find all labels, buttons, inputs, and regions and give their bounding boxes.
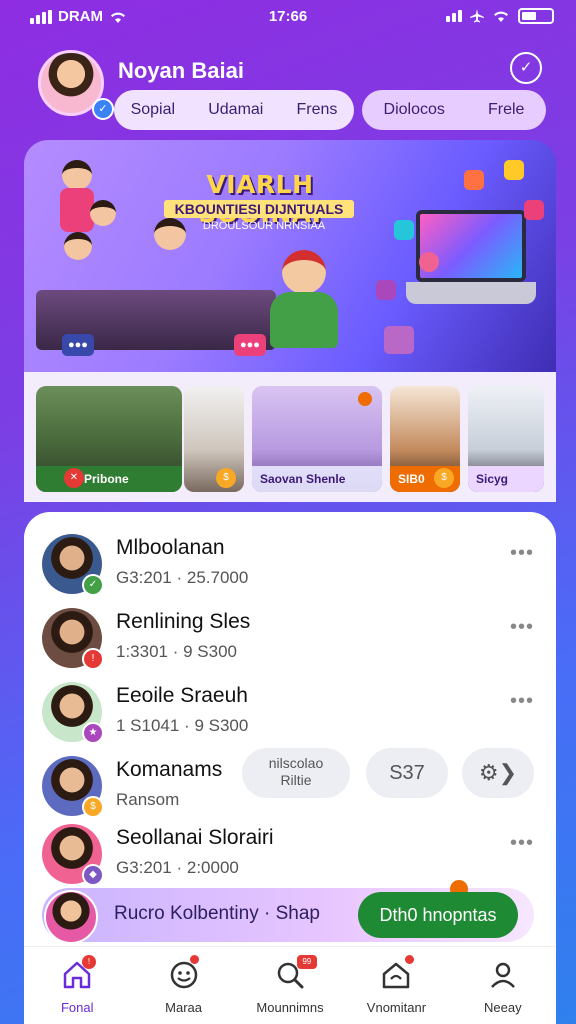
list-item-name: Komanams <box>116 758 223 781</box>
cta-avatar <box>44 890 98 944</box>
signal-icon-2 <box>446 10 462 22</box>
cartoon-figure <box>90 200 116 226</box>
profile-header: ✓ Noyan Baiai ✓ Sopial Udamai Frens Diol… <box>24 40 554 140</box>
tab-diolocos[interactable]: Diolocos <box>384 101 445 119</box>
list-item[interactable]: ✓ Mlboolanan G3:201 · 25.7000 ••• <box>24 526 556 598</box>
list-item-meta: G3:201 · 2:0000 <box>116 858 239 877</box>
nav-messages[interactable]: Maraa <box>130 947 236 1024</box>
notification-dot: 99 <box>296 955 317 969</box>
story-badge-icon: $ <box>216 468 236 488</box>
status-pill-line2: Riltie <box>280 772 312 788</box>
nav-home[interactable]: ! Fonal <box>24 947 130 1024</box>
nav-search[interactable]: 99 Mounnimns <box>237 947 343 1024</box>
bottom-nav: ! Fonal Maraa 99 Mounnimns Vnomitanr Nee… <box>24 946 556 1024</box>
story-caption: Sicyg <box>468 466 544 492</box>
forward-icon: ⚙❯ <box>478 760 518 785</box>
status-pill[interactable]: nilscolao Riltie <box>242 748 350 798</box>
list-item-name: Eeoile Sraeuh <box>116 684 248 707</box>
airplane-icon <box>470 9 484 23</box>
cta-bar[interactable]: Rucro Kolbentiny · Shap Dth0 hnopntas <box>42 880 534 944</box>
list-item[interactable]: $ Komanams Ransom nilscolao Riltie S37 ⚙… <box>24 748 556 820</box>
app-icon <box>394 220 414 240</box>
notification-dot: ! <box>82 955 96 969</box>
tab-udamai[interactable]: Udamai <box>208 101 263 119</box>
list-item-meta: Ransom <box>116 790 180 809</box>
list-item-name: Renlining Sles <box>116 610 251 633</box>
settings-button[interactable]: ✓ <box>510 52 542 84</box>
status-bar: DRAM 17:66 <box>0 0 576 34</box>
primary-tabs: Sopial Udamai Frens <box>114 90 354 130</box>
contacts-list: ✓ Mlboolanan G3:201 · 25.7000 ••• ! Renl… <box>24 512 556 952</box>
status-right <box>446 8 554 24</box>
story-card[interactable]: $ <box>184 386 244 492</box>
tab-frens[interactable]: Frens <box>297 101 338 119</box>
story-badge-icon <box>358 392 372 406</box>
chat-check-icon: ✓ <box>519 59 533 76</box>
check-icon: ✓ <box>82 574 104 596</box>
cartoon-figure <box>64 232 92 260</box>
cta-label: Rucro Kolbentiny · Shap <box>114 903 320 924</box>
story-card[interactable]: SIB0 $ <box>390 386 460 492</box>
heart-icon <box>419 252 439 272</box>
nav-community[interactable]: Vnomitanr <box>343 947 449 1024</box>
list-item-meta: G3:201 · 25.7000 <box>116 568 249 587</box>
battery-icon <box>518 8 554 24</box>
count-pill[interactable]: S37 <box>366 748 448 798</box>
wifi-icon-2 <box>494 11 508 22</box>
stories-row: Pribone ✕ $ Saovan Shenle SIB0 $ Sicyg <box>24 372 556 502</box>
nav-profile[interactable]: Neeay <box>450 947 556 1024</box>
secondary-tabs: Diolocos Frele <box>362 90 546 130</box>
story-card[interactable]: Saovan Shenle <box>252 386 382 492</box>
person-icon <box>490 962 515 988</box>
verified-check-icon: ✓ <box>92 98 114 120</box>
story-card[interactable]: Sicyg <box>468 386 544 492</box>
coin-icon: $ <box>82 796 104 818</box>
list-item-meta: 1 S1041 · 9 S300 <box>116 716 249 735</box>
list-item-name: Seollanai Slorairi <box>116 826 274 849</box>
list-item-meta: 1:3301 · 9 S300 <box>116 642 237 661</box>
list-item[interactable]: ★ Eeoile Sraeuh 1 S1041 · 9 S300 ••• <box>24 674 556 746</box>
more-icon[interactable]: ••• <box>510 690 534 713</box>
alert-icon: ! <box>82 648 104 670</box>
banner-tagline: DROULSOUR NRNSIAA <box>202 220 326 232</box>
cta-button[interactable]: Dth0 hnopntas <box>358 892 518 938</box>
status-pill-line1: nilscolao <box>268 755 324 771</box>
forward-button[interactable]: ⚙❯ <box>462 748 534 798</box>
banner-subtitle: KBOUNTIESI DIJNTUALS <box>164 200 354 218</box>
nav-label: Mounnimns <box>256 1000 324 1015</box>
nav-label: Fonal <box>60 1000 94 1015</box>
gem-icon: ◆ <box>82 864 104 886</box>
app-icon <box>504 160 524 180</box>
more-icon[interactable]: ••• <box>510 542 534 565</box>
story-card[interactable]: Pribone ✕ <box>36 386 182 492</box>
nav-label: Neeay <box>484 1000 522 1015</box>
app-icon <box>376 280 396 300</box>
nav-label: Maraa <box>165 1000 203 1015</box>
list-item[interactable]: ◆ Seollanai Slorairi G3:201 · 2:0000 ••• <box>24 816 556 888</box>
cartoon-figure <box>60 188 94 232</box>
tab-sopial[interactable]: Sopial <box>131 101 175 119</box>
phone-icon <box>384 326 414 354</box>
banner-tag-pink: ●●● <box>234 334 266 356</box>
banner-tag-blue: ●●● <box>62 334 94 356</box>
star-icon: ★ <box>82 722 104 744</box>
nav-label: Vnomitanr <box>366 1000 427 1015</box>
more-icon[interactable]: ••• <box>510 832 534 855</box>
cartoon-figure <box>62 160 92 190</box>
story-badge-icon: ✕ <box>64 468 84 488</box>
list-item[interactable]: ! Renlining Sles 1:3301 · 9 S300 ••• <box>24 600 556 672</box>
story-badge-icon: $ <box>434 468 454 488</box>
app-icon <box>524 200 544 220</box>
profile-name: Noyan Baiai <box>118 58 244 83</box>
list-item-name: Mlboolanan <box>116 536 225 559</box>
story-caption: Pribone <box>36 466 182 492</box>
more-icon[interactable]: ••• <box>510 616 534 639</box>
notification-dot <box>405 955 415 964</box>
music-icon <box>464 170 484 190</box>
story-caption: Saovan Shenle <box>252 466 382 492</box>
hero-banner[interactable]: VIARLH SOOINAI KBOUNTIESI DIJNTUALS DROU… <box>24 140 556 372</box>
cartoon-kid <box>264 250 344 350</box>
tab-frele[interactable]: Frele <box>488 101 524 119</box>
